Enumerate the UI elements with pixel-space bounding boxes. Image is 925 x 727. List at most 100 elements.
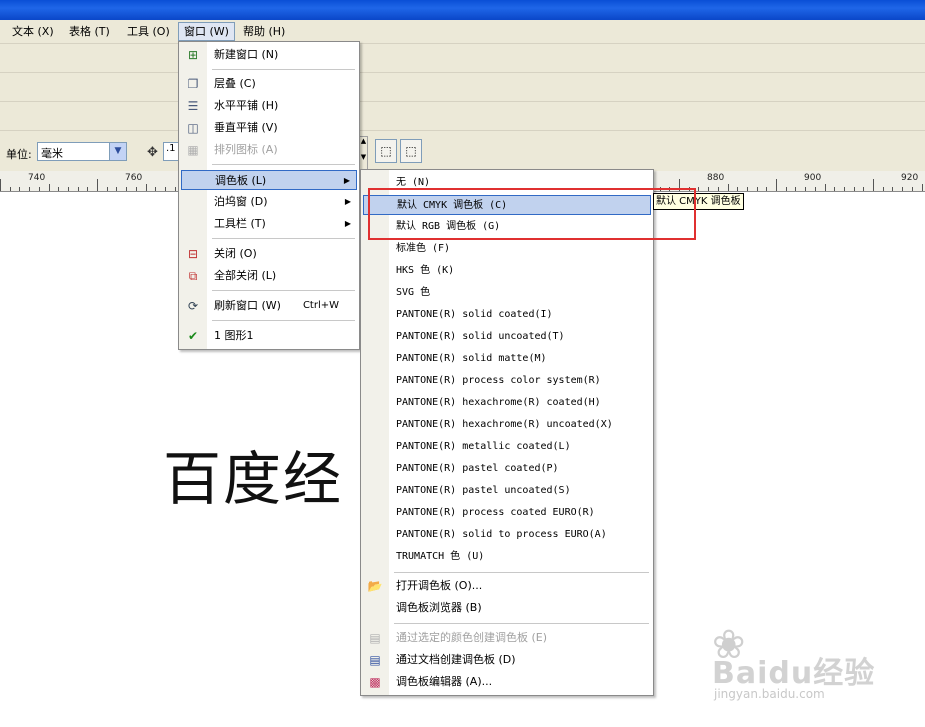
chevron-down-icon[interactable]: ▼: [109, 143, 126, 160]
snap-bounding-box-button[interactable]: ⬚: [400, 139, 422, 163]
menu-item-palette-editor[interactable]: ▩ 调色板编辑器 (A)...: [363, 672, 651, 692]
menu-item-toolbars[interactable]: 工具栏 (T) ▶: [181, 214, 357, 234]
tile-horizontal-icon: ☰: [187, 99, 199, 113]
menu-item-document-1[interactable]: ✔ 1 图形1: [181, 326, 357, 346]
menu-item-create-from-document[interactable]: ▤ 通过文档创建调色板 (D): [363, 650, 651, 670]
menu-separator: [212, 290, 355, 291]
menu-window[interactable]: 窗口 (W): [178, 22, 235, 41]
cascade-icon: ❐: [187, 77, 199, 91]
menu-item-label: PANTONE(R) process coated EURO(R): [396, 507, 595, 518]
checkmark-icon: ✔: [187, 329, 199, 343]
menu-item-palette-pantone-solid-uncoated[interactable]: PANTONE(R) solid uncoated(T): [363, 327, 651, 347]
menu-item-new-window[interactable]: ⊞ 新建窗口 (N): [181, 45, 357, 65]
menu-item-close-all[interactable]: ⧉ 全部关闭 (L): [181, 266, 357, 286]
ruler-tick: [10, 187, 11, 191]
menu-item-palette-standard[interactable]: 标准色 (F): [363, 239, 651, 259]
ruler-tick: [146, 184, 147, 191]
ruler-tick: [844, 187, 845, 191]
menu-item-palette-pantone-process[interactable]: PANTONE(R) process color system(R): [363, 371, 651, 391]
tile-vertical-icon: ◫: [187, 121, 199, 135]
color-palettes-submenu: 无 (N) 默认 CMYK 调色板 (C) 默认 RGB 调色板 (G) 标准色 (F…: [360, 169, 654, 696]
ruler-tick: [795, 187, 796, 191]
ruler-label: 900: [804, 173, 822, 183]
menu-item-label: HKS 色 (K): [396, 265, 455, 276]
menu-item-palette-pantone-pastel-coated[interactable]: PANTONE(R) pastel coated(P): [363, 459, 651, 479]
nudge-icon: ✥: [147, 145, 158, 160]
menu-item-palette-pantone-process-coated-euro[interactable]: PANTONE(R) process coated EURO(R): [363, 503, 651, 523]
ruler-tick: [49, 184, 50, 191]
menu-item-label: 1 图形1: [214, 329, 254, 342]
menu-item-label: SVG 色: [396, 287, 431, 298]
ruler-label: 740: [28, 173, 46, 183]
menu-item-dockers[interactable]: 泊坞窗 (D) ▶: [181, 192, 357, 212]
ruler-tick: [902, 187, 903, 191]
ruler-tick: [922, 184, 923, 191]
menu-item-palette-svg[interactable]: SVG 色: [363, 283, 651, 303]
menu-item-palette-pantone-pastel-uncoated[interactable]: PANTONE(R) pastel uncoated(S): [363, 481, 651, 501]
menu-item-label: PANTONE(R) solid to process EURO(A): [396, 529, 607, 540]
ruler-tick: [873, 179, 874, 191]
units-value: 毫米: [41, 147, 63, 160]
menu-item-refresh[interactable]: ⟳ 刷新窗口 (W) Ctrl+W: [181, 296, 357, 316]
menu-item-palette-pantone-solid-coated[interactable]: PANTONE(R) solid coated(I): [363, 305, 651, 325]
menu-separator: [394, 623, 649, 624]
ruler-tick: [863, 187, 864, 191]
menu-item-arrange-icons: ▦ 排列图标 (A): [181, 140, 357, 160]
ruler-tick: [175, 187, 176, 191]
units-select[interactable]: 毫米 ▼: [37, 142, 127, 161]
ruler-label: 760: [125, 173, 143, 183]
ruler-tick: [87, 187, 88, 191]
menu-item-label: 工具栏 (T): [214, 217, 266, 230]
ruler-tick: [126, 187, 127, 191]
menu-item-palette-pantone-hexachrome-coated[interactable]: PANTONE(R) hexachrome(R) coated(H): [363, 393, 651, 413]
menu-item-label: PANTONE(R) hexachrome(R) coated(H): [396, 397, 601, 408]
menu-item-palette-pantone-hexachrome-uncoated[interactable]: PANTONE(R) hexachrome(R) uncoated(X): [363, 415, 651, 435]
menu-item-close[interactable]: ⊟ 关闭 (O): [181, 244, 357, 264]
menu-text[interactable]: 文本 (X): [7, 23, 59, 40]
menu-item-color-palettes[interactable]: 调色板 (L) ▶: [181, 170, 357, 190]
menu-item-label: 调色板 (L): [215, 174, 267, 187]
ruler-tick: [58, 187, 59, 191]
submenu-arrow-icon: ▶: [343, 176, 350, 185]
menu-item-palette-pantone-solid-to-process-euro[interactable]: PANTONE(R) solid to process EURO(A): [363, 525, 651, 545]
menu-item-tile-vertical[interactable]: ◫ 垂直平铺 (V): [181, 118, 357, 138]
submenu-arrow-icon: ▶: [344, 197, 351, 206]
ruler-tick: [97, 179, 98, 191]
ruler-tick: [786, 187, 787, 191]
ruler-label: 880: [707, 173, 725, 183]
menu-item-cascade[interactable]: ❐ 层叠 (C): [181, 74, 357, 94]
open-folder-icon: 📂: [367, 579, 383, 593]
menu-item-palette-trumatch[interactable]: TRUMATCH 色 (U): [363, 547, 651, 567]
menu-help[interactable]: 帮助 (H): [238, 23, 290, 40]
ruler-tick: [708, 187, 709, 191]
menu-item-label: 刷新窗口 (W): [214, 299, 281, 312]
menu-item-label: 关闭 (O): [214, 247, 257, 260]
menu-item-label: 水平平铺 (H): [214, 99, 279, 112]
menu-separator: [212, 69, 355, 70]
nudge-input[interactable]: .1: [163, 142, 179, 161]
canvas-text-object[interactable]: 百度经: [163, 432, 343, 516]
menu-item-label: 全部关闭 (L): [214, 269, 277, 282]
palette-editor-icon: ▩: [369, 675, 381, 689]
nudge-spinner[interactable]: ▲ ▼: [359, 136, 368, 170]
menu-table[interactable]: 表格 (T): [64, 23, 115, 40]
menu-item-palette-browser[interactable]: 调色板浏览器 (B): [363, 598, 651, 618]
ruler-tick: [912, 187, 913, 191]
ruler-tick: [825, 184, 826, 191]
shortcut-label: Ctrl+W: [302, 300, 339, 311]
refresh-icon: ⟳: [187, 299, 199, 313]
menu-item-label: 调色板编辑器 (A)...: [396, 675, 493, 688]
menu-item-palette-pantone-solid-matte[interactable]: PANTONE(R) solid matte(M): [363, 349, 651, 369]
menu-item-palette-pantone-metallic-coated[interactable]: PANTONE(R) metallic coated(L): [363, 437, 651, 457]
menu-item-label: PANTONE(R) solid coated(I): [396, 309, 553, 320]
menu-separator: [212, 238, 355, 239]
menu-item-label: 通过文档创建调色板 (D): [396, 653, 516, 666]
treat-as-filled-button[interactable]: ⬚: [375, 139, 397, 163]
menu-item-palette-hks[interactable]: HKS 色 (K): [363, 261, 651, 281]
ruler-tick: [165, 187, 166, 191]
menu-bar: 文本 (X) 表格 (T) 工具 (O) 窗口 (W) 帮助 (H): [0, 20, 925, 44]
menu-item-label: 调色板浏览器 (B): [396, 601, 482, 614]
menu-item-tile-horizontal[interactable]: ☰ 水平平铺 (H): [181, 96, 357, 116]
menu-item-open-palette[interactable]: 📂 打开调色板 (O)...: [363, 576, 651, 596]
menu-tools[interactable]: 工具 (O): [122, 23, 175, 40]
